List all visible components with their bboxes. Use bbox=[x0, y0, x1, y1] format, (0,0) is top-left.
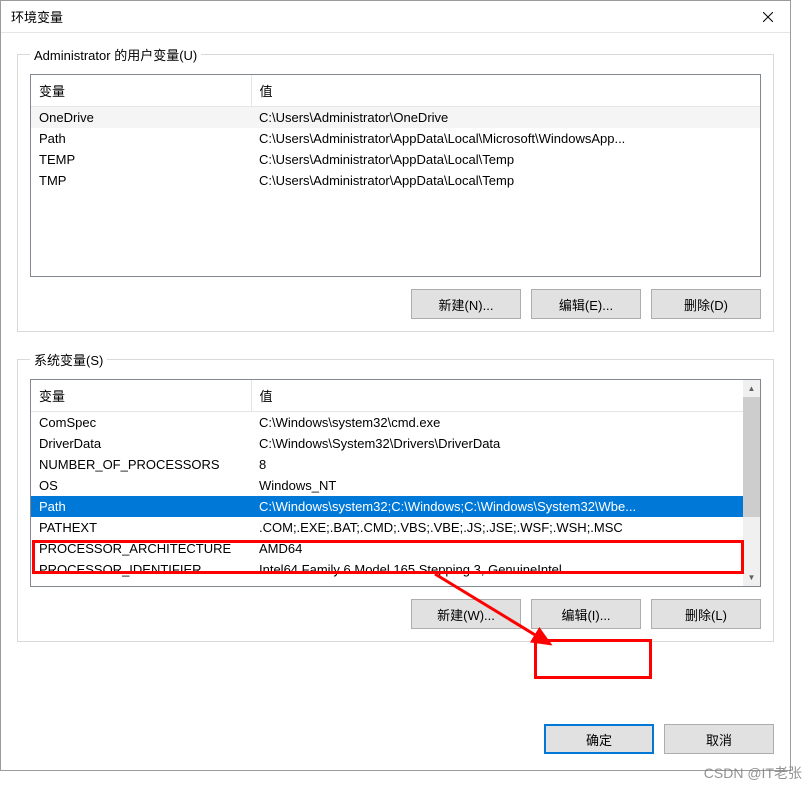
cell-variable: PROCESSOR_IDENTIFIER bbox=[31, 559, 251, 580]
scrollbar[interactable]: ▲ ▼ bbox=[743, 380, 760, 586]
table-row[interactable]: NUMBER_OF_PROCESSORS8 bbox=[31, 454, 743, 475]
cell-variable: PROCESSOR_ARCHITECTURE bbox=[31, 538, 251, 559]
table-row[interactable]: OneDriveC:\Users\Administrator\OneDrive bbox=[31, 107, 760, 129]
user-new-button[interactable]: 新建(N)... bbox=[411, 289, 521, 319]
table-row[interactable]: PATHEXT.COM;.EXE;.BAT;.CMD;.VBS;.VBE;.JS… bbox=[31, 517, 743, 538]
table-row[interactable]: OSWindows_NT bbox=[31, 475, 743, 496]
cell-variable: OS bbox=[31, 475, 251, 496]
close-icon bbox=[763, 12, 773, 22]
system-variables-group: 系统变量(S) 变量 值 ComSpecC:\Windows\system32\… bbox=[17, 350, 774, 642]
user-buttons-row: 新建(N)... 编辑(E)... 删除(D) bbox=[30, 289, 761, 319]
titlebar: 环境变量 bbox=[1, 1, 790, 33]
user-variables-legend: Administrator 的用户变量(U) bbox=[30, 45, 201, 64]
cell-value: 8 bbox=[251, 454, 743, 475]
ok-button[interactable]: 确定 bbox=[544, 724, 654, 754]
close-button[interactable] bbox=[745, 1, 790, 32]
cell-value: AMD64 bbox=[251, 538, 743, 559]
cell-variable: ComSpec bbox=[31, 412, 251, 434]
dialog-footer: 确定 取消 bbox=[1, 724, 790, 770]
cell-variable: TEMP bbox=[31, 149, 251, 170]
cell-value: C:\Windows\system32;C:\Windows;C:\Window… bbox=[251, 496, 743, 517]
cell-variable: OneDrive bbox=[31, 107, 251, 129]
table-row[interactable]: PROCESSOR_ARCHITECTUREAMD64 bbox=[31, 538, 743, 559]
cell-value: .COM;.EXE;.BAT;.CMD;.VBS;.VBE;.JS;.JSE;.… bbox=[251, 517, 743, 538]
table-row[interactable]: TMPC:\Users\Administrator\AppData\Local\… bbox=[31, 170, 760, 191]
cell-variable: Path bbox=[31, 128, 251, 149]
system-edit-button[interactable]: 编辑(I)... bbox=[531, 599, 641, 629]
table-row[interactable]: PathC:\Windows\system32;C:\Windows;C:\Wi… bbox=[31, 496, 743, 517]
cancel-button[interactable]: 取消 bbox=[664, 724, 774, 754]
table-row[interactable]: TEMPC:\Users\Administrator\AppData\Local… bbox=[31, 149, 760, 170]
cell-variable: TMP bbox=[31, 170, 251, 191]
cell-value: Windows_NT bbox=[251, 475, 743, 496]
table-row[interactable]: DriverDataC:\Windows\System32\Drivers\Dr… bbox=[31, 433, 743, 454]
cell-value: C:\Users\Administrator\OneDrive bbox=[251, 107, 760, 129]
cell-value: C:\Windows\system32\cmd.exe bbox=[251, 412, 743, 434]
system-variables-table[interactable]: 变量 值 ComSpecC:\Windows\system32\cmd.exeD… bbox=[30, 379, 761, 587]
cell-variable: NUMBER_OF_PROCESSORS bbox=[31, 454, 251, 475]
table-row[interactable]: PROCESSOR_IDENTIFIERIntel64 Family 6 Mod… bbox=[31, 559, 743, 580]
cell-variable: Path bbox=[31, 496, 251, 517]
system-variables-legend: 系统变量(S) bbox=[30, 350, 107, 369]
cell-value: C:\Windows\System32\Drivers\DriverData bbox=[251, 433, 743, 454]
cell-variable: DriverData bbox=[31, 433, 251, 454]
system-new-button[interactable]: 新建(W)... bbox=[411, 599, 521, 629]
user-edit-button[interactable]: 编辑(E)... bbox=[531, 289, 641, 319]
column-header-variable[interactable]: 变量 bbox=[31, 75, 251, 107]
column-header-variable[interactable]: 变量 bbox=[31, 380, 251, 412]
window-title: 环境变量 bbox=[11, 7, 63, 26]
user-delete-button[interactable]: 删除(D) bbox=[651, 289, 761, 319]
table-row[interactable]: PathC:\Users\Administrator\AppData\Local… bbox=[31, 128, 760, 149]
scroll-down-button[interactable]: ▼ bbox=[743, 569, 760, 586]
user-variables-group: Administrator 的用户变量(U) 变量 值 OneDriveC:\U… bbox=[17, 45, 774, 332]
system-buttons-row: 新建(W)... 编辑(I)... 删除(L) bbox=[30, 599, 761, 629]
cell-value: Intel64 Family 6 Model 165 Stepping 3, G… bbox=[251, 559, 743, 580]
column-header-value[interactable]: 值 bbox=[251, 380, 743, 412]
column-header-value[interactable]: 值 bbox=[251, 75, 760, 107]
watermark: CSDN @IT老张 bbox=[704, 763, 802, 783]
scroll-thumb[interactable] bbox=[743, 397, 760, 517]
cell-variable: PATHEXT bbox=[31, 517, 251, 538]
system-delete-button[interactable]: 删除(L) bbox=[651, 599, 761, 629]
dialog-body: Administrator 的用户变量(U) 变量 值 OneDriveC:\U… bbox=[1, 33, 790, 724]
cell-value: C:\Users\Administrator\AppData\Local\Mic… bbox=[251, 128, 760, 149]
cell-value: C:\Users\Administrator\AppData\Local\Tem… bbox=[251, 170, 760, 191]
table-row[interactable]: ComSpecC:\Windows\system32\cmd.exe bbox=[31, 412, 743, 434]
cell-value: C:\Users\Administrator\AppData\Local\Tem… bbox=[251, 149, 760, 170]
user-variables-table[interactable]: 变量 值 OneDriveC:\Users\Administrator\OneD… bbox=[30, 74, 761, 277]
scroll-up-button[interactable]: ▲ bbox=[743, 380, 760, 397]
environment-variables-dialog: 环境变量 Administrator 的用户变量(U) 变量 值 bbox=[0, 0, 791, 771]
